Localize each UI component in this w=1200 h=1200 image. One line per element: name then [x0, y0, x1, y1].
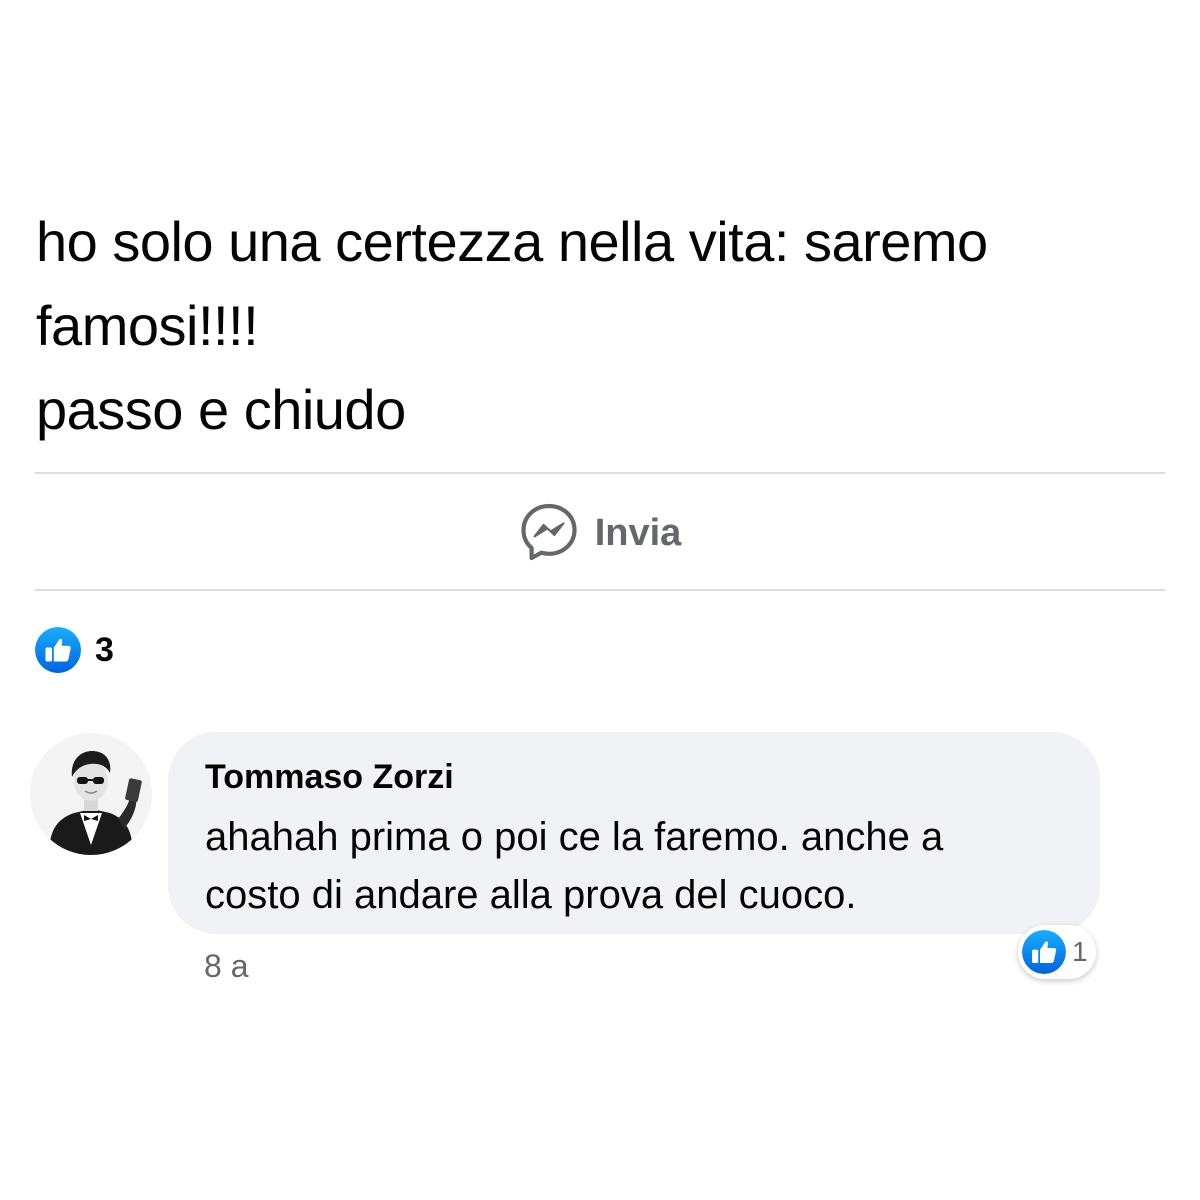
comment-timestamp[interactable]: 8 a: [204, 948, 248, 985]
like-icon: [1022, 930, 1066, 974]
post-text-line: famosi!!!!: [36, 294, 259, 357]
comment-text-line: costo di andare alla prova del cuoco.: [205, 873, 857, 917]
comment-text: ahahah prima o poi ce la faremo. anche a…: [205, 808, 1085, 924]
post-text-line: ho solo una certezza nella vita: saremo: [36, 210, 988, 273]
reaction-count: 3: [95, 630, 114, 669]
avatar[interactable]: [30, 733, 152, 855]
like-icon: [35, 627, 81, 673]
comment-reaction-badge[interactable]: 1: [1018, 925, 1096, 979]
divider: [35, 472, 1165, 474]
comment-bubble[interactable]: Tommaso Zorzi ahahah prima o poi ce la f…: [168, 732, 1100, 934]
reaction-summary[interactable]: 3: [35, 626, 114, 674]
send-label: Invia: [594, 511, 682, 554]
avatar-image: [30, 733, 152, 855]
comment-text-line: ahahah prima o poi ce la faremo. anche a: [205, 815, 944, 859]
divider: [35, 589, 1165, 591]
messenger-icon: [521, 503, 577, 561]
comment-reaction-count: 1: [1072, 936, 1088, 967]
post-text: ho solo una certezza nella vita: saremo …: [36, 200, 1176, 452]
comment-author[interactable]: Tommaso Zorzi: [205, 758, 454, 797]
post-text-line: passo e chiudo: [36, 378, 406, 441]
send-button[interactable]: Invia: [0, 500, 1200, 564]
